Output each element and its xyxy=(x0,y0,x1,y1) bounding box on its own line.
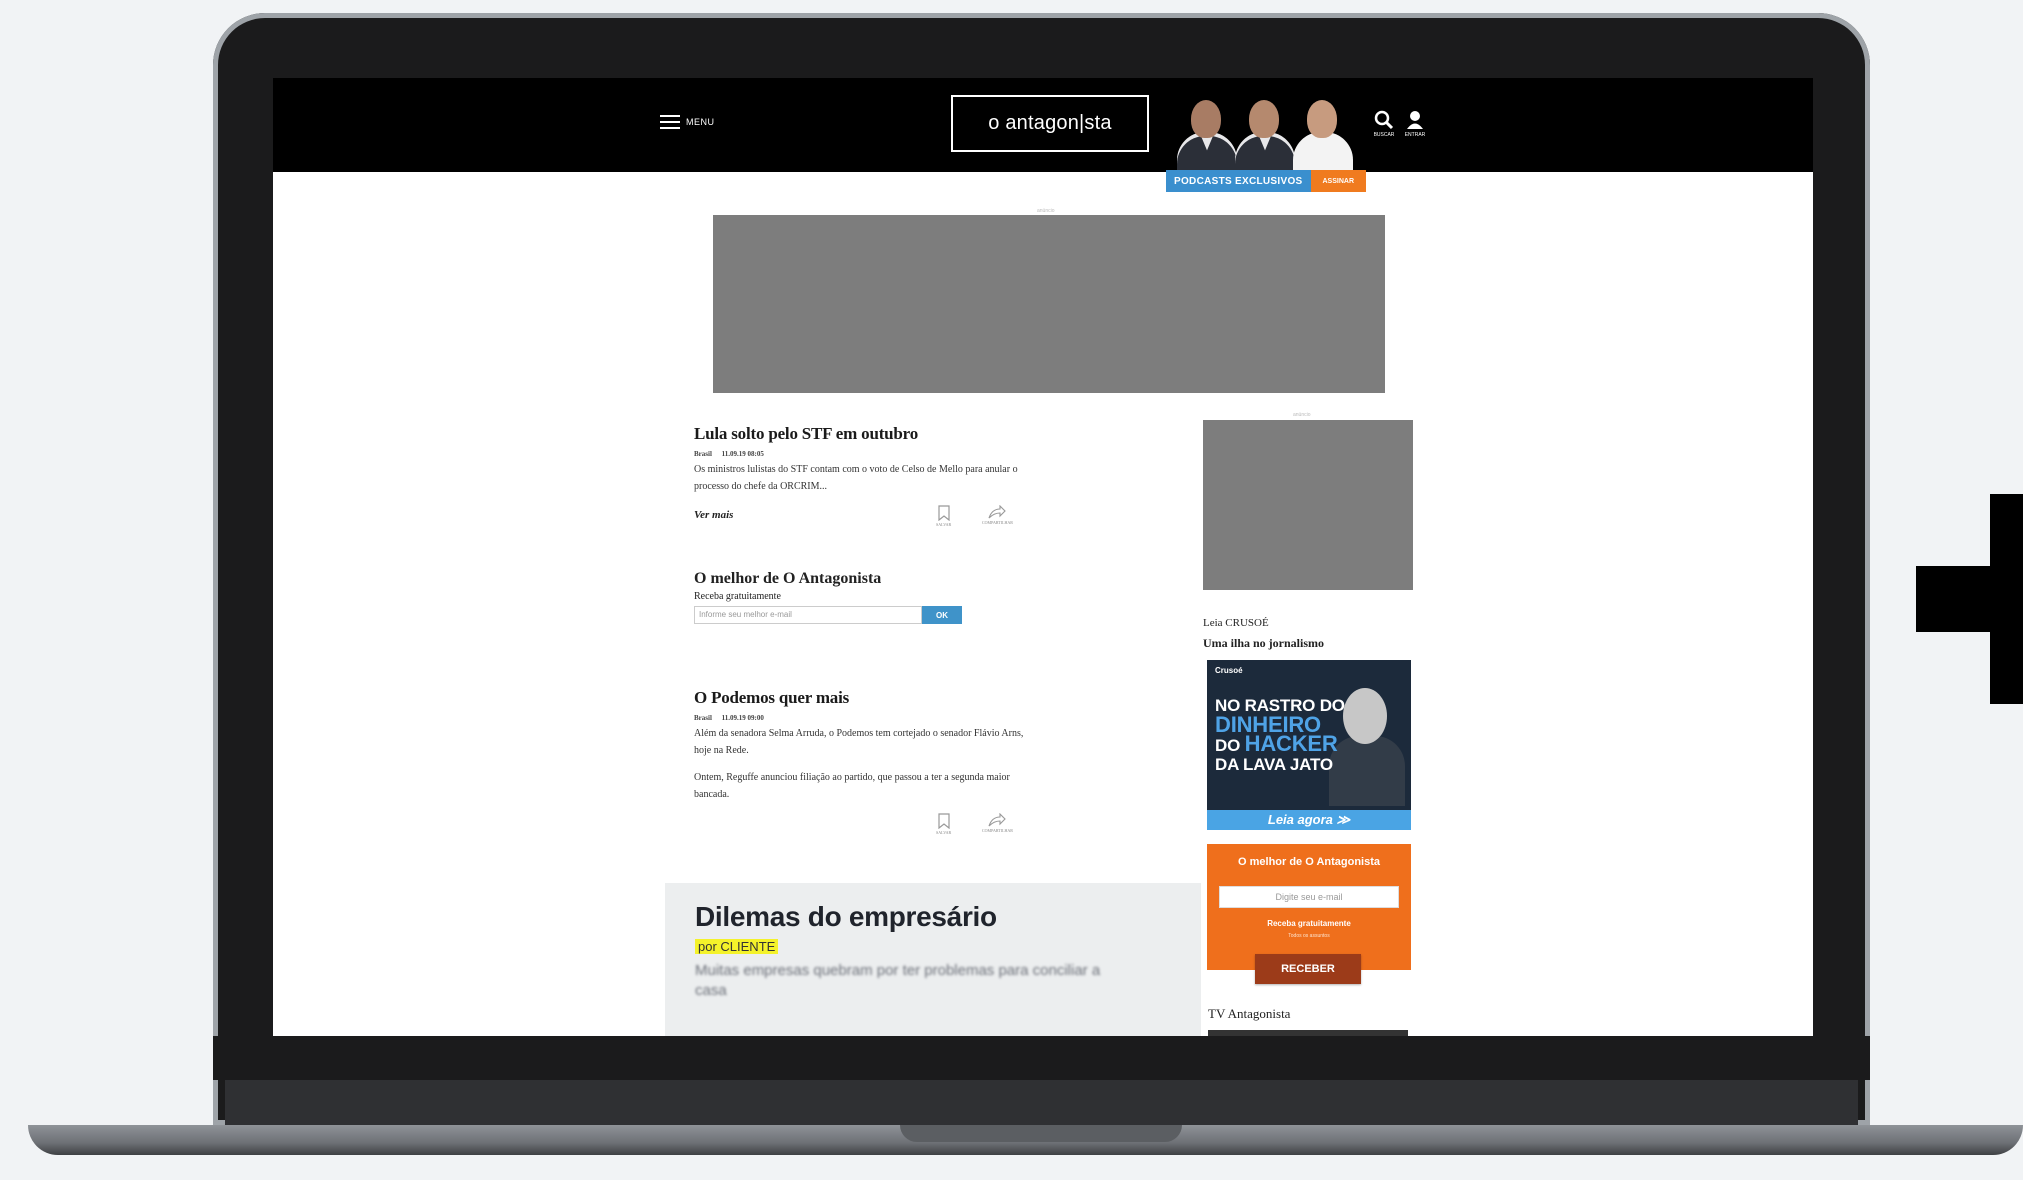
host-photo xyxy=(1291,96,1355,172)
article-title[interactable]: Lula solto pelo STF em outubro xyxy=(694,424,1034,444)
crusoe-line: DA LAVA JATO xyxy=(1215,755,1333,774)
article-body: Além da senadora Selma Arruda, o Podemos… xyxy=(694,725,1034,803)
article-section[interactable]: Brasil xyxy=(694,714,712,722)
newsletter-sidebar: O melhor de O Antagonista Digite seu e-m… xyxy=(1207,844,1411,984)
bookmark-icon xyxy=(937,505,950,521)
podcast-badge-cta: ASSINAR xyxy=(1310,170,1367,192)
search-icon xyxy=(1374,110,1394,130)
newsletter-inline: O melhor de O Antagonista Receba gratuit… xyxy=(694,570,1014,624)
user-icon xyxy=(1407,111,1423,129)
article-card: Lula solto pelo STF em outubro Brasil 11… xyxy=(694,424,1034,535)
article-actions: Ver mais SALVAR COMPARTILHAR xyxy=(694,505,1034,535)
article-body: Os ministros lulistas do STF contam com … xyxy=(694,461,1034,495)
save-button[interactable]: SALVAR xyxy=(936,505,951,527)
search-button[interactable]: BUSCAR xyxy=(1372,110,1396,138)
article-meta: Brasil 11.09.19 08:05 xyxy=(694,450,1034,458)
host-photo xyxy=(1233,96,1297,172)
article-date: 11.09.19 09:00 xyxy=(721,714,764,722)
laptop-bezel xyxy=(213,1036,1870,1080)
article-card: O Podemos quer mais Brasil 11.09.19 09:0… xyxy=(694,688,1034,843)
newsletter-sidebar-title: O melhor de O Antagonista xyxy=(1238,856,1380,868)
promo-text: Muitas empresas quebram por ter problema… xyxy=(695,962,1101,999)
browser-screen: MENU o antagon|sta PODCASTS EXCLUSIVOS A… xyxy=(273,78,1813,1036)
account-label: ENTRAR xyxy=(1404,132,1426,138)
newsletter-ok-button[interactable]: OK xyxy=(922,606,962,624)
article-paragraph: Além da senadora Selma Arruda, o Podemos… xyxy=(694,728,1024,756)
newsletter-subtitle: Receba gratuitamente xyxy=(694,591,781,602)
crusoe-prefix: Leia CRUSOÉ xyxy=(1203,617,1269,629)
podcast-badge-label: PODCASTS EXCLUSIVOS xyxy=(1166,170,1311,192)
article-date: 11.09.19 08:05 xyxy=(721,450,764,458)
search-label: BUSCAR xyxy=(1373,132,1395,138)
crusoe-headline: NO RASTRO DO DINHEIRO DO HACKER DA LAVA … xyxy=(1215,696,1345,774)
share-label: COMPARTILHAR xyxy=(982,828,1013,833)
plus-icon-bar xyxy=(1916,566,2023,632)
save-label: SALVAR xyxy=(936,830,952,835)
save-label: SALVAR xyxy=(936,522,952,527)
email-field[interactable]: Informe seu melhor e-mail xyxy=(694,606,922,624)
top-ad-banner[interactable] xyxy=(713,215,1385,393)
tv-thumbnail[interactable] xyxy=(1208,1030,1408,1036)
article-section[interactable]: Brasil xyxy=(694,450,712,458)
sidebar-ad[interactable] xyxy=(1203,420,1413,590)
crusoe-word: DO xyxy=(1215,736,1245,755)
article-paragraph: Ontem, Reguffe anunciou filiação ao part… xyxy=(694,772,1010,800)
crusoe-word: HACKER xyxy=(1244,731,1338,756)
newsletter-sidebar-subtitle: Receba gratuitamente xyxy=(1267,919,1351,928)
crusoe-tagline: Uma ilha no jornalismo xyxy=(1203,636,1325,650)
newsletter-form: Informe seu melhor e-mail OK xyxy=(694,606,1014,624)
article-actions: SALVAR COMPARTILHAR xyxy=(694,813,1034,843)
article-meta: Brasil 11.09.19 09:00 xyxy=(694,714,1034,722)
account-button[interactable]: ENTRAR xyxy=(1403,110,1427,138)
podcast-hosts-image[interactable] xyxy=(1175,96,1361,172)
article-paragraph: Os ministros lulistas do STF contam com … xyxy=(694,464,1018,492)
ad-tag: anúncio xyxy=(1037,208,1055,214)
crusoe-line: DO HACKER xyxy=(1215,731,1345,756)
crusoe-ad[interactable]: Crusoé NO RASTRO DO DINHEIRO DO HACKER D… xyxy=(1207,660,1411,830)
promo-title: Dilemas do empresário xyxy=(695,901,997,932)
article-title[interactable]: O Podemos quer mais xyxy=(694,688,1034,708)
newsletter-sidebar-note: Todos os assuntos xyxy=(1288,933,1330,939)
newsletter-title: O melhor de O Antagonista xyxy=(694,570,882,587)
sponsored-promo[interactable]: Dilemas do empresário por CLIENTE Muitas… xyxy=(665,883,1201,1036)
laptop-notch xyxy=(900,1125,1182,1142)
ad-tag: anúncio xyxy=(1293,412,1311,418)
share-button[interactable]: COMPARTILHAR xyxy=(982,505,1013,525)
read-more-link[interactable]: Ver mais xyxy=(694,509,733,521)
crusoe-label: Leia CRUSOÉ Uma ilha no jornalismo xyxy=(1203,613,1413,653)
share-label: COMPARTILHAR xyxy=(982,520,1013,525)
save-button[interactable]: SALVAR xyxy=(936,813,951,835)
share-icon xyxy=(988,505,1007,519)
site-logo[interactable]: o antagon|sta xyxy=(951,95,1149,152)
tv-antagonista-title[interactable]: TV Antagonista xyxy=(1208,1006,1290,1022)
bookmark-icon xyxy=(937,813,950,829)
podcast-badge[interactable]: PODCASTS EXCLUSIVOS ASSINAR xyxy=(1166,170,1367,192)
site-header: MENU o antagon|sta PODCASTS EXCLUSIVOS A… xyxy=(273,78,1813,192)
crusoe-brand: Crusoé xyxy=(1215,666,1243,675)
laptop-hinge xyxy=(225,1080,1858,1126)
receive-button[interactable]: RECEBER xyxy=(1255,954,1361,984)
menu-button[interactable]: MENU xyxy=(660,115,715,129)
promo-author: por CLIENTE xyxy=(695,939,779,954)
read-now-button[interactable]: Leia agora ≫ xyxy=(1207,810,1411,830)
share-icon xyxy=(988,813,1007,827)
hamburger-icon xyxy=(660,115,680,129)
menu-label: MENU xyxy=(686,117,715,127)
share-button[interactable]: COMPARTILHAR xyxy=(982,813,1013,833)
host-photo xyxy=(1175,96,1239,172)
email-field[interactable]: Digite seu e-mail xyxy=(1219,886,1399,908)
